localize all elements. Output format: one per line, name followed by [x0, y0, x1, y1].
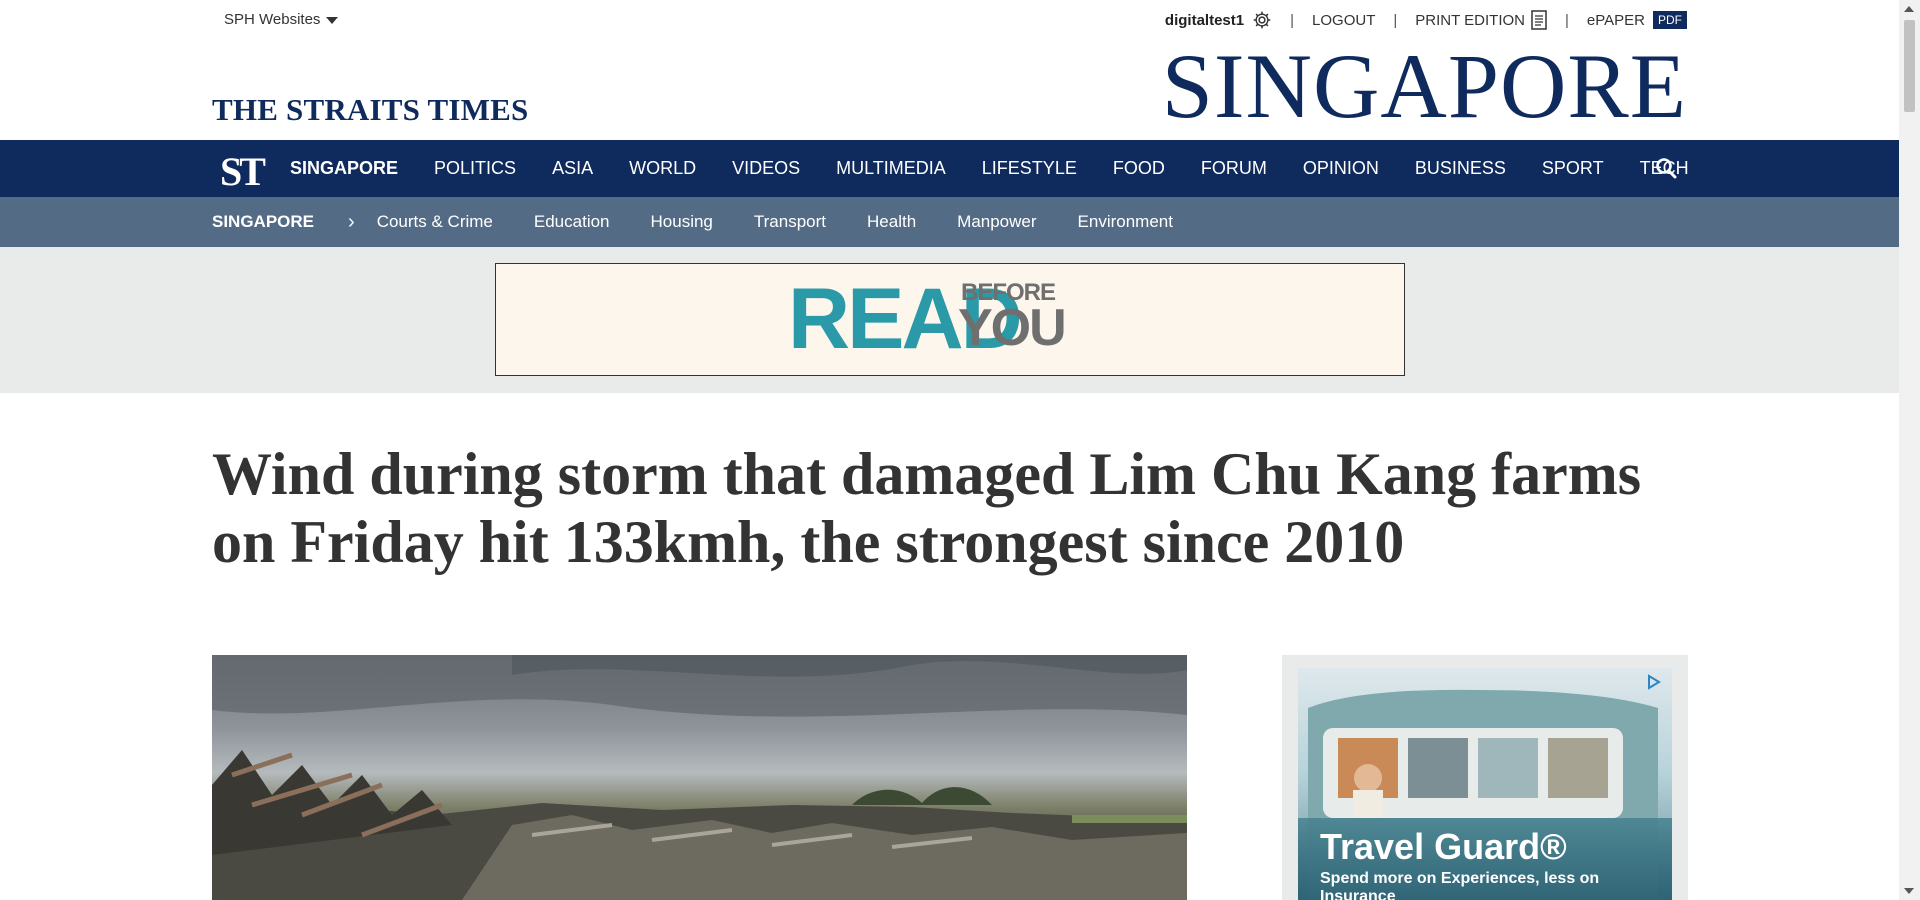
separator: |: [1393, 11, 1398, 29]
gear-icon[interactable]: [1252, 10, 1272, 30]
sub-nav-item-transport[interactable]: Transport: [754, 212, 826, 232]
nav-item-sport[interactable]: SPORT: [1524, 158, 1622, 179]
ad-band: READ BEFORE YOU: [0, 247, 1899, 393]
chevron-right-icon: ›: [348, 210, 355, 233]
nav-item-business[interactable]: BUSINESS: [1397, 158, 1524, 179]
section-title: SINGAPORE: [1161, 35, 1687, 137]
sub-nav-item-environment[interactable]: Environment: [1078, 212, 1173, 232]
nav-item-forum[interactable]: FORUM: [1183, 158, 1285, 179]
sub-nav-item-courts-crime[interactable]: Courts & Crime: [377, 212, 493, 232]
utility-bar: digitaltest1 | LOGOUT | PRINT EDITION | …: [1165, 10, 1687, 30]
storm-damage-photo: [212, 655, 1187, 900]
sub-nav-item-housing[interactable]: Housing: [651, 212, 713, 232]
nav-item-singapore[interactable]: SINGAPORE: [272, 158, 416, 179]
separator: |: [1290, 11, 1295, 29]
travel-guard-ad[interactable]: Travel Guard® Spend more on Experiences,…: [1298, 668, 1672, 900]
document-icon[interactable]: [1531, 10, 1547, 30]
adchoices-icon[interactable]: [1646, 674, 1662, 695]
article-headline: Wind during storm that damaged Lim Chu K…: [212, 441, 1642, 575]
sub-nav-items: SINGAPORE › Courts & Crime Education Hou…: [212, 197, 1214, 247]
nav-items: SINGAPORE POLITICS ASIA WORLD VIDEOS MUL…: [272, 140, 1707, 197]
print-edition-link[interactable]: PRINT EDITION: [1415, 12, 1525, 29]
caret-down-icon: [326, 17, 339, 24]
separator: |: [1565, 11, 1569, 29]
logout-link[interactable]: LOGOUT: [1312, 12, 1375, 29]
pdf-badge[interactable]: PDF: [1653, 11, 1687, 29]
st-logo-mark[interactable]: ST: [220, 148, 266, 195]
side-ad-container: Travel Guard® Spend more on Experiences,…: [1282, 655, 1688, 900]
scroll-up-arrow-icon[interactable]: [1904, 6, 1914, 12]
ad-you-text: YOU: [958, 299, 1067, 357]
straits-times-logo[interactable]: THE STRAITS TIMES: [212, 92, 528, 128]
page: SPH Websites digitaltest1 | LOGOUT | PRI…: [0, 0, 1899, 900]
travel-guard-subtitle: Spend more on Experiences, less on Insur…: [1320, 870, 1600, 900]
nav-item-opinion[interactable]: OPINION: [1285, 158, 1397, 179]
nav-item-videos[interactable]: VIDEOS: [714, 158, 818, 179]
travel-guard-band: Travel Guard® Spend more on Experiences,…: [1298, 818, 1672, 900]
article-hero-image[interactable]: [212, 655, 1187, 900]
vertical-scrollbar[interactable]: [1899, 0, 1920, 900]
search-icon[interactable]: [1655, 157, 1677, 184]
read-before-you-ad[interactable]: READ BEFORE YOU: [495, 263, 1405, 376]
scroll-down-arrow-icon[interactable]: [1904, 888, 1914, 894]
scroll-thumb[interactable]: [1904, 20, 1915, 112]
nav-item-food[interactable]: FOOD: [1095, 158, 1183, 179]
sub-nav-item-education[interactable]: Education: [534, 212, 610, 232]
nav-item-world[interactable]: WORLD: [611, 158, 714, 179]
epaper-link[interactable]: ePAPER: [1587, 12, 1645, 29]
nav-item-lifestyle[interactable]: LIFESTYLE: [964, 158, 1095, 179]
sub-nav: SINGAPORE › Courts & Crime Education Hou…: [0, 197, 1899, 247]
username[interactable]: digitaltest1: [1165, 12, 1244, 29]
sph-websites-label: SPH Websites: [224, 11, 321, 28]
sub-nav-item-manpower[interactable]: Manpower: [957, 212, 1036, 232]
nav-item-politics[interactable]: POLITICS: [416, 158, 534, 179]
nav-item-asia[interactable]: ASIA: [534, 158, 611, 179]
travel-guard-title: Travel Guard®: [1320, 826, 1567, 867]
sph-websites-dropdown[interactable]: SPH Websites: [224, 11, 339, 28]
sub-nav-root-singapore[interactable]: SINGAPORE: [212, 212, 314, 232]
sub-nav-item-health[interactable]: Health: [867, 212, 916, 232]
nav-item-multimedia[interactable]: MULTIMEDIA: [818, 158, 964, 179]
main-nav: ST SINGAPORE POLITICS ASIA WORLD VIDEOS …: [0, 140, 1899, 197]
